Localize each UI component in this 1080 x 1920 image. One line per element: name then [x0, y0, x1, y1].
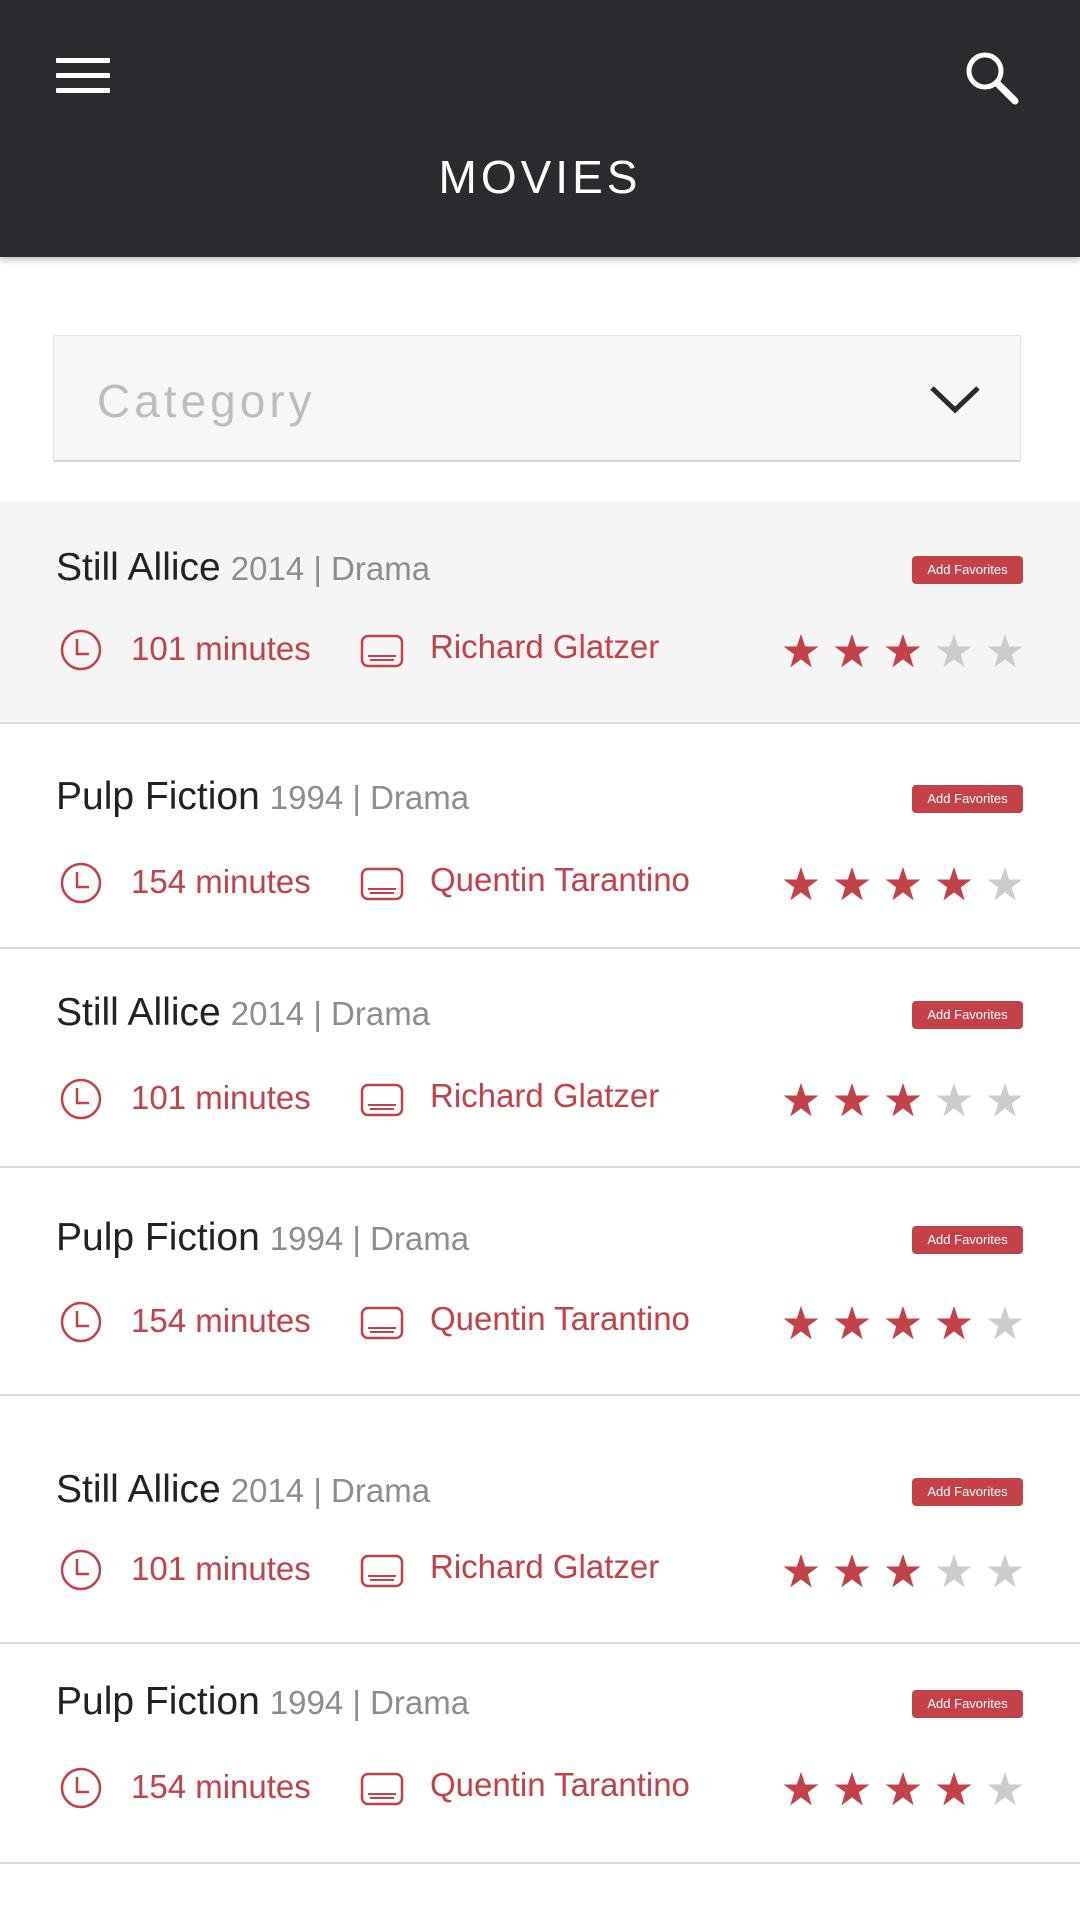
movie-title: Still Allice	[56, 991, 221, 1034]
movie-year-genre: 1994 | Drama	[269, 1684, 470, 1721]
movie-title-line: Pulp Fiction 1994 | Drama	[56, 1680, 469, 1724]
movie-title: Still Allice	[56, 1468, 221, 1511]
row-divider	[0, 722, 1080, 724]
movie-title-line: Still Allice 2014 | Drama	[56, 991, 430, 1035]
movie-title: Pulp Fiction	[56, 1216, 260, 1259]
movie-duration: 154 minutes	[131, 863, 311, 900]
movie-row[interactable]: Still Allice 2014 | Drama Add Favorites 1…	[0, 502, 1080, 724]
star-filled-icon	[783, 1305, 819, 1340]
star-filled-icon	[834, 866, 870, 901]
star-filled-icon	[834, 1553, 870, 1588]
star-filled-icon	[885, 866, 921, 901]
star-filled-icon	[783, 1082, 819, 1117]
row-divider	[0, 1862, 1080, 1864]
movie-row[interactable]: Pulp Fiction 1994 | Drama Add Favorites 1…	[0, 1644, 1080, 1864]
star-filled-icon	[936, 1771, 972, 1806]
star-filled-icon	[885, 1553, 921, 1588]
star-filled-icon	[783, 1771, 819, 1806]
star-empty-icon	[936, 1082, 972, 1117]
hamburger-menu-icon[interactable]	[52, 52, 116, 100]
movie-year-genre: 2014 | Drama	[230, 1472, 431, 1509]
star-filled-icon	[834, 1305, 870, 1340]
star-filled-icon	[783, 1553, 819, 1588]
movie-duration: 101 minutes	[131, 630, 311, 667]
star-empty-icon	[987, 1305, 1023, 1340]
clock-icon	[60, 862, 102, 904]
star-filled-icon	[885, 1082, 921, 1117]
star-empty-icon	[987, 866, 1023, 901]
movie-title-line: Pulp Fiction 1994 | Drama	[56, 1216, 469, 1260]
add-favorites-button[interactable]: Add Favorites	[912, 556, 1023, 584]
movie-title: Pulp Fiction	[56, 775, 260, 818]
movie-director: Quentin Tarantino	[430, 1300, 690, 1337]
movie-title: Pulp Fiction	[56, 1680, 260, 1723]
add-favorites-button[interactable]: Add Favorites	[912, 1690, 1023, 1718]
star-empty-icon	[987, 1771, 1023, 1806]
director-icon	[360, 867, 404, 901]
rating-stars	[782, 1552, 1023, 1592]
movie-year-genre: 1994 | Drama	[269, 779, 470, 816]
movie-duration: 154 minutes	[131, 1302, 311, 1339]
director-icon	[360, 1083, 404, 1117]
category-dropdown[interactable]: Category	[53, 335, 1021, 462]
clock-icon	[60, 1549, 102, 1591]
clock-icon	[60, 1767, 102, 1809]
star-filled-icon	[885, 633, 921, 668]
movie-director: Richard Glatzer	[430, 1077, 660, 1114]
director-icon	[360, 634, 404, 668]
movie-row[interactable]: Still Allice 2014 | Drama Add Favorites 1…	[0, 949, 1080, 1168]
rating-stars	[782, 1081, 1023, 1121]
movie-title-line: Still Allice 2014 | Drama	[56, 546, 430, 590]
star-empty-icon	[987, 1553, 1023, 1588]
movie-director: Quentin Tarantino	[430, 861, 690, 898]
movie-row[interactable]: Pulp Fiction 1994 | Drama Add Favorites 1…	[0, 1168, 1080, 1396]
movie-duration: 101 minutes	[131, 1550, 311, 1587]
app-header: MOVIES	[0, 0, 1080, 257]
star-empty-icon	[987, 633, 1023, 668]
star-filled-icon	[834, 1082, 870, 1117]
star-filled-icon	[834, 633, 870, 668]
movie-duration: 154 minutes	[131, 1768, 311, 1805]
add-favorites-button[interactable]: Add Favorites	[912, 1478, 1023, 1506]
movie-title-line: Still Allice 2014 | Drama	[56, 1468, 430, 1512]
rating-stars	[782, 865, 1023, 905]
clock-icon	[60, 1078, 102, 1120]
rating-stars	[782, 632, 1023, 672]
clock-icon	[60, 1301, 102, 1343]
movie-title-line: Pulp Fiction 1994 | Drama	[56, 775, 469, 819]
movie-title: Still Allice	[56, 546, 221, 589]
star-empty-icon	[987, 1082, 1023, 1117]
star-filled-icon	[783, 633, 819, 668]
add-favorites-button[interactable]: Add Favorites	[912, 785, 1023, 813]
director-icon	[360, 1306, 404, 1340]
director-icon	[360, 1554, 404, 1588]
chevron-down-icon	[930, 386, 980, 414]
movie-year-genre: 2014 | Drama	[230, 550, 431, 587]
search-icon[interactable]	[962, 48, 1022, 108]
rating-stars	[782, 1770, 1023, 1810]
star-filled-icon	[936, 866, 972, 901]
star-filled-icon	[936, 1305, 972, 1340]
movie-director: Quentin Tarantino	[430, 1766, 690, 1803]
star-empty-icon	[936, 633, 972, 668]
star-filled-icon	[783, 866, 819, 901]
director-icon	[360, 1772, 404, 1806]
movie-duration: 101 minutes	[131, 1079, 311, 1116]
movie-row[interactable]: Still Allice 2014 | Drama Add Favorites 1…	[0, 1396, 1080, 1644]
star-empty-icon	[936, 1553, 972, 1588]
movie-row[interactable]: Pulp Fiction 1994 | Drama Add Favorites 1…	[0, 727, 1080, 949]
add-favorites-button[interactable]: Add Favorites	[912, 1001, 1023, 1029]
star-filled-icon	[834, 1771, 870, 1806]
clock-icon	[60, 629, 102, 671]
movie-year-genre: 1994 | Drama	[269, 1220, 470, 1257]
movie-director: Richard Glatzer	[430, 1548, 660, 1585]
rating-stars	[782, 1304, 1023, 1344]
star-filled-icon	[885, 1305, 921, 1340]
movie-director: Richard Glatzer	[430, 628, 660, 665]
page-title: MOVIES	[438, 151, 642, 203]
add-favorites-button[interactable]: Add Favorites	[912, 1226, 1023, 1254]
star-filled-icon	[885, 1771, 921, 1806]
movie-year-genre: 2014 | Drama	[230, 995, 431, 1032]
category-placeholder: Category	[97, 375, 316, 427]
